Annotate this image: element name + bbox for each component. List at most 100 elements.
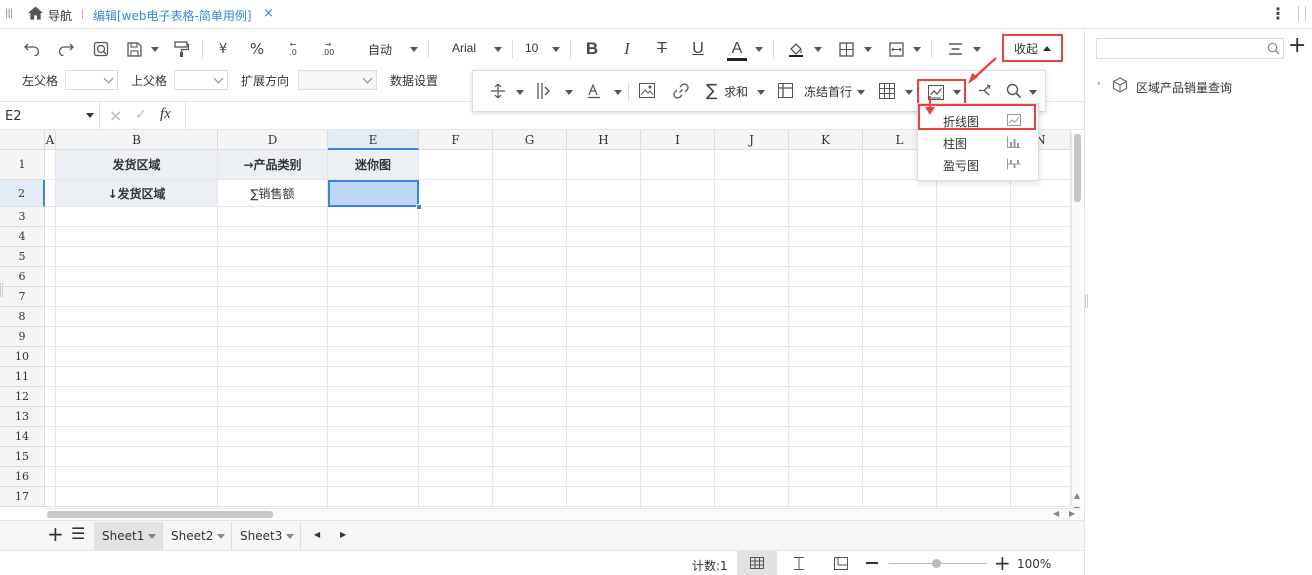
- sum-label[interactable]: 求和: [724, 83, 748, 100]
- italic-button[interactable]: I: [617, 39, 637, 59]
- number-format-select[interactable]: 自动: [368, 41, 392, 58]
- row-header-5[interactable]: 5: [0, 247, 45, 267]
- borders-caret[interactable]: [864, 47, 872, 52]
- insert-column-caret[interactable]: [565, 90, 573, 95]
- freeze-first-row-label[interactable]: 冻结首行: [804, 83, 852, 100]
- freeze-caret[interactable]: [857, 90, 865, 95]
- cell-b2[interactable]: ↓发货区域: [56, 180, 218, 207]
- column-header-j[interactable]: J: [715, 130, 789, 150]
- decrease-decimal-button[interactable]: → .00: [317, 39, 339, 59]
- cell-e2-selected[interactable]: [328, 180, 419, 207]
- home-icon[interactable]: [28, 6, 43, 20]
- cancel-formula-icon[interactable]: ×: [109, 106, 122, 125]
- merge-cells-caret[interactable]: [913, 47, 921, 52]
- cell-reference-caret[interactable]: [86, 113, 94, 118]
- scroll-up-icon[interactable]: ▲: [1072, 491, 1082, 503]
- row-header-15[interactable]: 15: [0, 447, 45, 467]
- font-size-select[interactable]: 10: [525, 41, 538, 55]
- left-parent-select[interactable]: [65, 70, 118, 90]
- more-vertical-icon[interactable]: ⋮: [1270, 4, 1286, 23]
- save-icon[interactable]: [124, 39, 144, 59]
- horizontal-scroll-thumb[interactable]: [47, 511, 273, 518]
- cell-d1[interactable]: →产品类别: [218, 150, 328, 180]
- row-header-3[interactable]: 3: [0, 207, 45, 227]
- vertical-scroll-thumb[interactable]: [1074, 134, 1081, 202]
- search-caret[interactable]: [1029, 90, 1037, 95]
- print-preview-icon[interactable]: [91, 39, 111, 59]
- menu-item-column-sparkline[interactable]: 柱图: [918, 131, 1040, 153]
- sum-icon[interactable]: ∑: [706, 81, 717, 101]
- fill-handle[interactable]: [416, 204, 422, 210]
- fx-icon[interactable]: fx: [160, 106, 171, 123]
- row-header-1[interactable]: 1: [0, 150, 45, 180]
- vertical-scrollbar[interactable]: [1071, 132, 1082, 506]
- zoom-in-icon[interactable]: +: [994, 551, 1011, 575]
- top-parent-select[interactable]: [174, 70, 228, 90]
- merge-cells-icon[interactable]: [886, 39, 906, 59]
- column-header-h[interactable]: H: [567, 130, 641, 150]
- cell-b1[interactable]: 发货区域: [56, 150, 218, 180]
- expand-chevron-icon[interactable]: ›: [1097, 79, 1101, 89]
- confirm-formula-icon[interactable]: ✓: [135, 107, 147, 123]
- freeze-icon[interactable]: [778, 83, 793, 98]
- column-header-b[interactable]: B: [56, 130, 218, 150]
- row-header-8[interactable]: 8: [0, 307, 45, 327]
- search-icon[interactable]: [1006, 83, 1022, 99]
- increase-decimal-button[interactable]: ← .0: [283, 39, 303, 59]
- split-view-icon[interactable]: [1298, 6, 1306, 22]
- row-header-13[interactable]: 13: [0, 407, 45, 427]
- format-painter-icon[interactable]: [171, 39, 191, 59]
- row-header-7[interactable]: 7: [0, 287, 45, 307]
- fill-color-icon[interactable]: [786, 39, 806, 59]
- nav-label[interactable]: 导航: [48, 7, 72, 24]
- column-header-k[interactable]: K: [789, 130, 863, 150]
- normal-view-button[interactable]: [737, 551, 777, 575]
- add-sheet-icon[interactable]: +: [47, 522, 64, 546]
- prev-sheet-icon[interactable]: ◀: [314, 530, 320, 539]
- next-sheet-icon[interactable]: ▶: [340, 530, 346, 539]
- undo-icon[interactable]: [22, 39, 42, 59]
- number-format-caret[interactable]: [410, 47, 418, 52]
- row-header-14[interactable]: 14: [0, 427, 45, 447]
- sheet-tab-2[interactable]: Sheet2: [163, 522, 232, 550]
- text-direction-caret[interactable]: [614, 90, 622, 95]
- hyperlink-icon[interactable]: [673, 83, 689, 99]
- percent-format-button[interactable]: %: [247, 39, 267, 59]
- cell-pattern-icon[interactable]: [879, 83, 895, 99]
- dataset-search-input[interactable]: [1096, 38, 1284, 59]
- align-caret[interactable]: [973, 47, 981, 52]
- font-family-caret[interactable]: [494, 47, 502, 52]
- tab-close-icon[interactable]: ×: [263, 6, 274, 21]
- dataset-tree-item[interactable]: 区域产品销量查询: [1136, 79, 1232, 96]
- column-header-e[interactable]: E: [328, 130, 419, 150]
- insert-column-icon[interactable]: [537, 83, 553, 99]
- row-header-16[interactable]: 16: [0, 467, 45, 487]
- currency-format-button[interactable]: ¥: [213, 39, 233, 59]
- column-header-f[interactable]: F: [419, 130, 493, 150]
- row-header-4[interactable]: 4: [0, 227, 45, 247]
- column-header-i[interactable]: I: [641, 130, 715, 150]
- font-size-caret[interactable]: [552, 47, 560, 52]
- zoom-out-icon[interactable]: [866, 562, 878, 564]
- row-header-17[interactable]: 17: [0, 487, 45, 507]
- row-header-10[interactable]: 10: [0, 347, 45, 367]
- cell-reference-box[interactable]: E2: [0, 102, 100, 130]
- row-header-9[interactable]: 9: [0, 327, 45, 347]
- insert-row-caret[interactable]: [516, 90, 524, 95]
- data-settings-label[interactable]: 数据设置: [390, 72, 438, 89]
- sheet-list-icon[interactable]: ☰: [71, 524, 85, 543]
- text-direction-icon[interactable]: [587, 83, 603, 99]
- panel-resize-handle[interactable]: [1085, 294, 1088, 308]
- menu-item-winloss-sparkline[interactable]: 盈亏图: [918, 153, 1040, 175]
- fill-color-caret[interactable]: [814, 47, 822, 52]
- scroll-right-icon[interactable]: ▶: [1069, 509, 1075, 518]
- column-header-d[interactable]: D: [218, 130, 328, 150]
- search-icon[interactable]: [1267, 42, 1280, 55]
- underline-button[interactable]: U: [688, 39, 708, 59]
- expand-direction-select[interactable]: [298, 70, 377, 90]
- sheet-tab-3[interactable]: Sheet3: [232, 522, 301, 550]
- sum-caret[interactable]: [757, 90, 765, 95]
- bold-button[interactable]: B: [582, 39, 602, 59]
- row-header-11[interactable]: 11: [0, 367, 45, 387]
- save-dropdown-caret[interactable]: [151, 47, 159, 52]
